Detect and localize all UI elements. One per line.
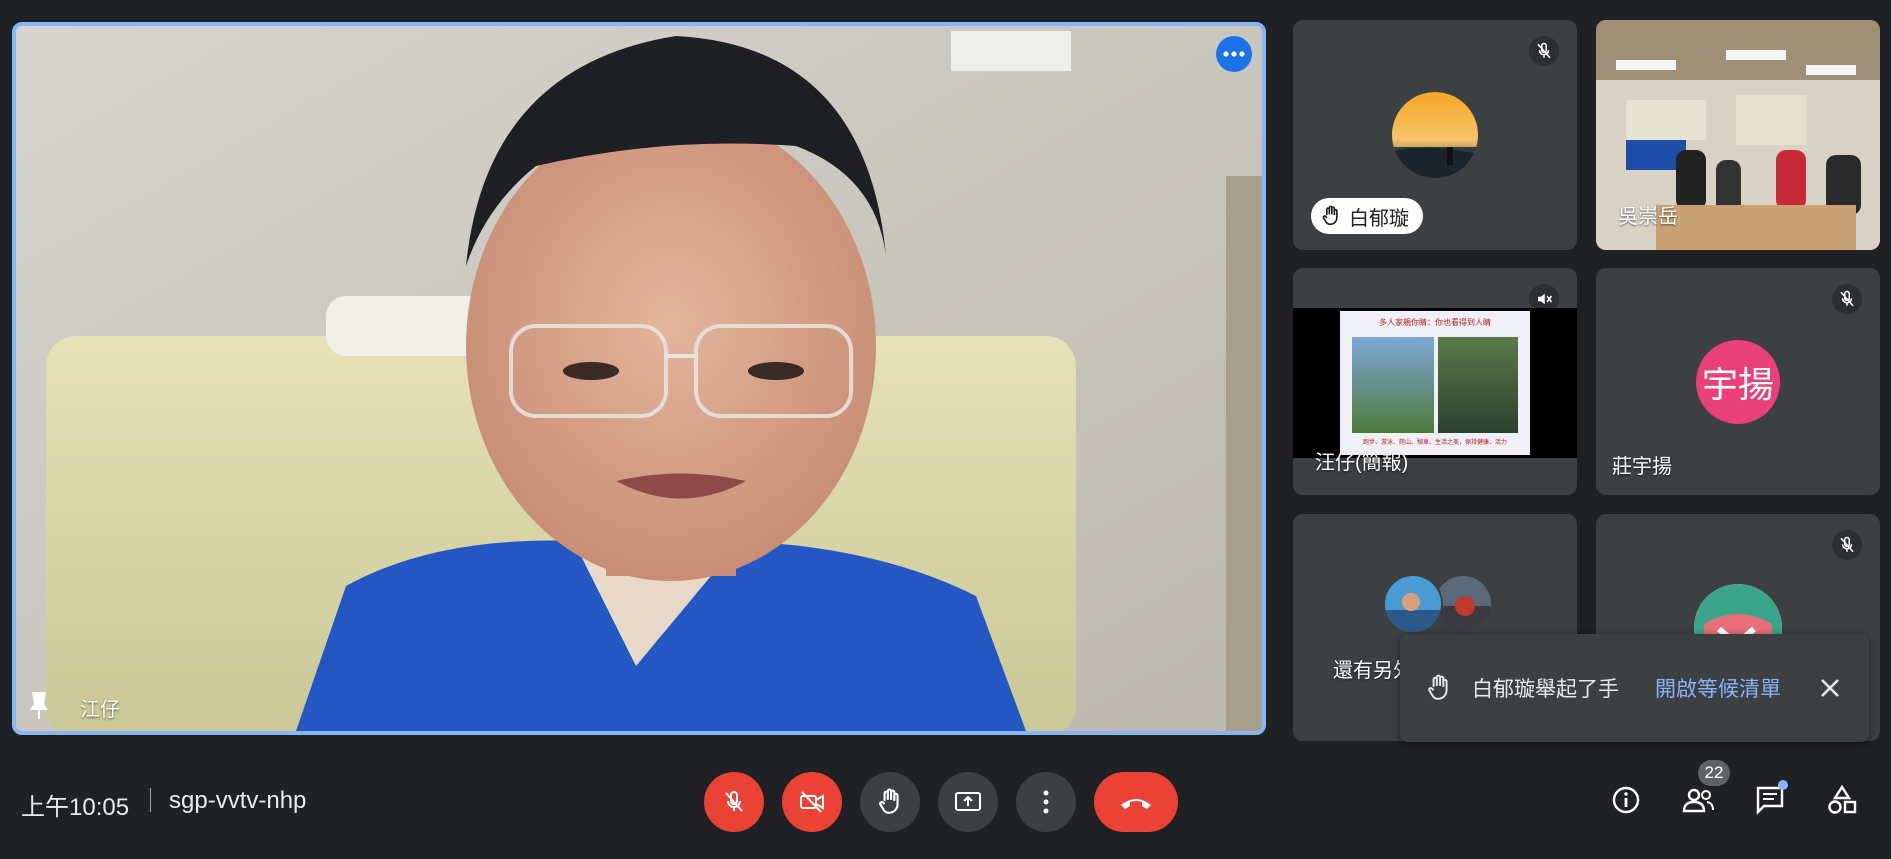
presentation-slide: 多人家親你睛：你也看得到人睛 跑步、游泳、爬山、騎車、生活之美，保持健康、活力 xyxy=(1293,308,1577,458)
raise-hand-button[interactable] xyxy=(860,772,920,832)
meeting-code: sgp-vvtv-nhp xyxy=(169,787,307,814)
people-icon xyxy=(1682,788,1714,813)
raised-hand-icon xyxy=(879,788,899,814)
toast-message: 白郁璇舉起了手 xyxy=(1472,678,1619,701)
close-icon xyxy=(1821,679,1839,697)
participant-count: 22 xyxy=(1704,763,1724,782)
participant-avatar xyxy=(1392,92,1478,178)
main-speaker-tile[interactable]: 江仔 xyxy=(12,22,1266,735)
mic-off-icon xyxy=(1840,536,1854,553)
participant-count-badge: 22 xyxy=(1698,760,1730,786)
avatar-initials: 宇揚 xyxy=(1701,364,1774,405)
separator xyxy=(150,788,151,812)
slide-title: 多人家親你睛：你也看得到人睛 xyxy=(1379,318,1491,327)
speaker-muted-icon xyxy=(1538,293,1553,305)
mic-off-indicator xyxy=(1832,530,1862,560)
open-queue-link[interactable]: 開啟等候清單 xyxy=(1655,673,1781,703)
participant-tile-4[interactable]: 宇揚 莊宇揚 xyxy=(1596,268,1880,495)
chat-unread-dot xyxy=(1778,780,1788,790)
mic-toggle-button[interactable] xyxy=(704,772,764,832)
pin-icon xyxy=(30,692,48,719)
activities-button[interactable] xyxy=(1820,778,1864,822)
participant-tile-2[interactable]: 吳崇岳 xyxy=(1596,20,1880,250)
mic-off-icon xyxy=(1537,42,1551,59)
participant-name: 吳崇岳 xyxy=(1618,206,1678,228)
hang-up-icon xyxy=(1121,799,1151,809)
slide-photo-right xyxy=(1438,337,1518,433)
more-options-button[interactable] xyxy=(1016,772,1076,832)
camera-off-icon xyxy=(800,791,824,813)
mic-off-indicator xyxy=(1832,284,1862,314)
mic-off-icon xyxy=(1840,290,1854,307)
initials-avatar: 宇揚 xyxy=(1696,340,1780,424)
raised-hand-chip: 白郁璇 xyxy=(1311,198,1423,234)
meeting-time: 上午10:05 xyxy=(21,794,130,821)
slide-photo-left xyxy=(1352,337,1434,433)
mic-off-indicator xyxy=(1529,36,1559,66)
mic-off-icon xyxy=(725,791,743,812)
leave-call-button[interactable] xyxy=(1094,772,1178,832)
participant-name: 白郁璇 xyxy=(1349,207,1409,230)
ellipsis-icon xyxy=(1223,51,1245,57)
participant-name: 汪仔(簡報) xyxy=(1315,452,1409,474)
speaker-video xyxy=(16,26,1262,731)
shapes-icon xyxy=(1828,784,1857,814)
bottom-bar: 上午10:05 sgp-vvtv-nhp 22 xyxy=(0,760,1891,859)
participant-avatar xyxy=(1383,574,1443,634)
raised-hand-icon xyxy=(1428,674,1448,700)
participant-name: 莊宇揚 xyxy=(1612,456,1672,478)
camera-toggle-button[interactable] xyxy=(782,772,842,832)
participant-tile-3[interactable]: 多人家親你睛：你也看得到人睛 跑步、游泳、爬山、騎車、生活之美，保持健康、活力 … xyxy=(1293,268,1577,495)
meeting-details-button[interactable] xyxy=(1604,778,1648,822)
info-icon xyxy=(1612,786,1640,814)
participant-tile-1[interactable]: 白郁璇 xyxy=(1293,20,1577,250)
slide-caption: 跑步、游泳、爬山、騎車、生活之美，保持健康、活力 xyxy=(1362,440,1507,446)
present-screen-button[interactable] xyxy=(938,772,998,832)
present-screen-icon xyxy=(955,792,981,811)
main-speaker-name: 江仔 xyxy=(80,699,120,721)
more-vert-icon xyxy=(1043,790,1049,814)
close-toast-button[interactable] xyxy=(1815,673,1845,703)
raised-hand-icon xyxy=(1322,205,1338,226)
raised-hand-toast: 白郁璇舉起了手 開啟等候清單 xyxy=(1400,634,1869,742)
more-options-button[interactable] xyxy=(1216,36,1252,72)
